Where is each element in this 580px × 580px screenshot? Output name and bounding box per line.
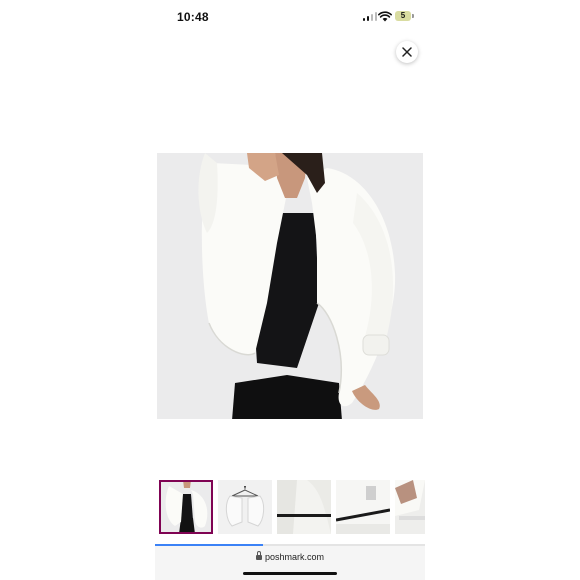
thumbnail-2[interactable]: [218, 480, 272, 534]
thumbnail-image: [336, 480, 390, 534]
thumbnail-image: [159, 480, 213, 534]
thumbnail-image: [277, 480, 331, 534]
battery-tip: [412, 14, 414, 18]
url-text: poshmark.com: [264, 552, 325, 562]
battery-icon: 5: [395, 11, 411, 21]
url-display[interactable]: poshmark.com: [155, 551, 425, 562]
thumbnail-5[interactable]: [395, 480, 425, 534]
phone-screen: 10:48 5 poshmark.com: [155, 0, 425, 580]
thumbnail-strip: [155, 480, 425, 536]
status-time: 10:48: [177, 10, 209, 24]
home-indicator[interactable]: [243, 572, 337, 575]
thumbnail-3[interactable]: [277, 480, 331, 534]
thumbnail-image: [218, 480, 272, 534]
thumbnail-4[interactable]: [336, 480, 390, 534]
product-photo: [157, 153, 423, 419]
cellular-signal-icon: [363, 12, 377, 21]
wifi-icon: [378, 11, 392, 22]
close-icon: [402, 47, 412, 57]
status-bar: 10:48 5: [155, 0, 425, 34]
product-main-image[interactable]: [157, 153, 423, 419]
lock-icon: [255, 551, 262, 560]
thumbnail-image: [395, 480, 425, 534]
thumbnail-1[interactable]: [159, 480, 213, 534]
browser-url-bar[interactable]: poshmark.com: [155, 546, 425, 580]
close-button[interactable]: [396, 41, 418, 63]
